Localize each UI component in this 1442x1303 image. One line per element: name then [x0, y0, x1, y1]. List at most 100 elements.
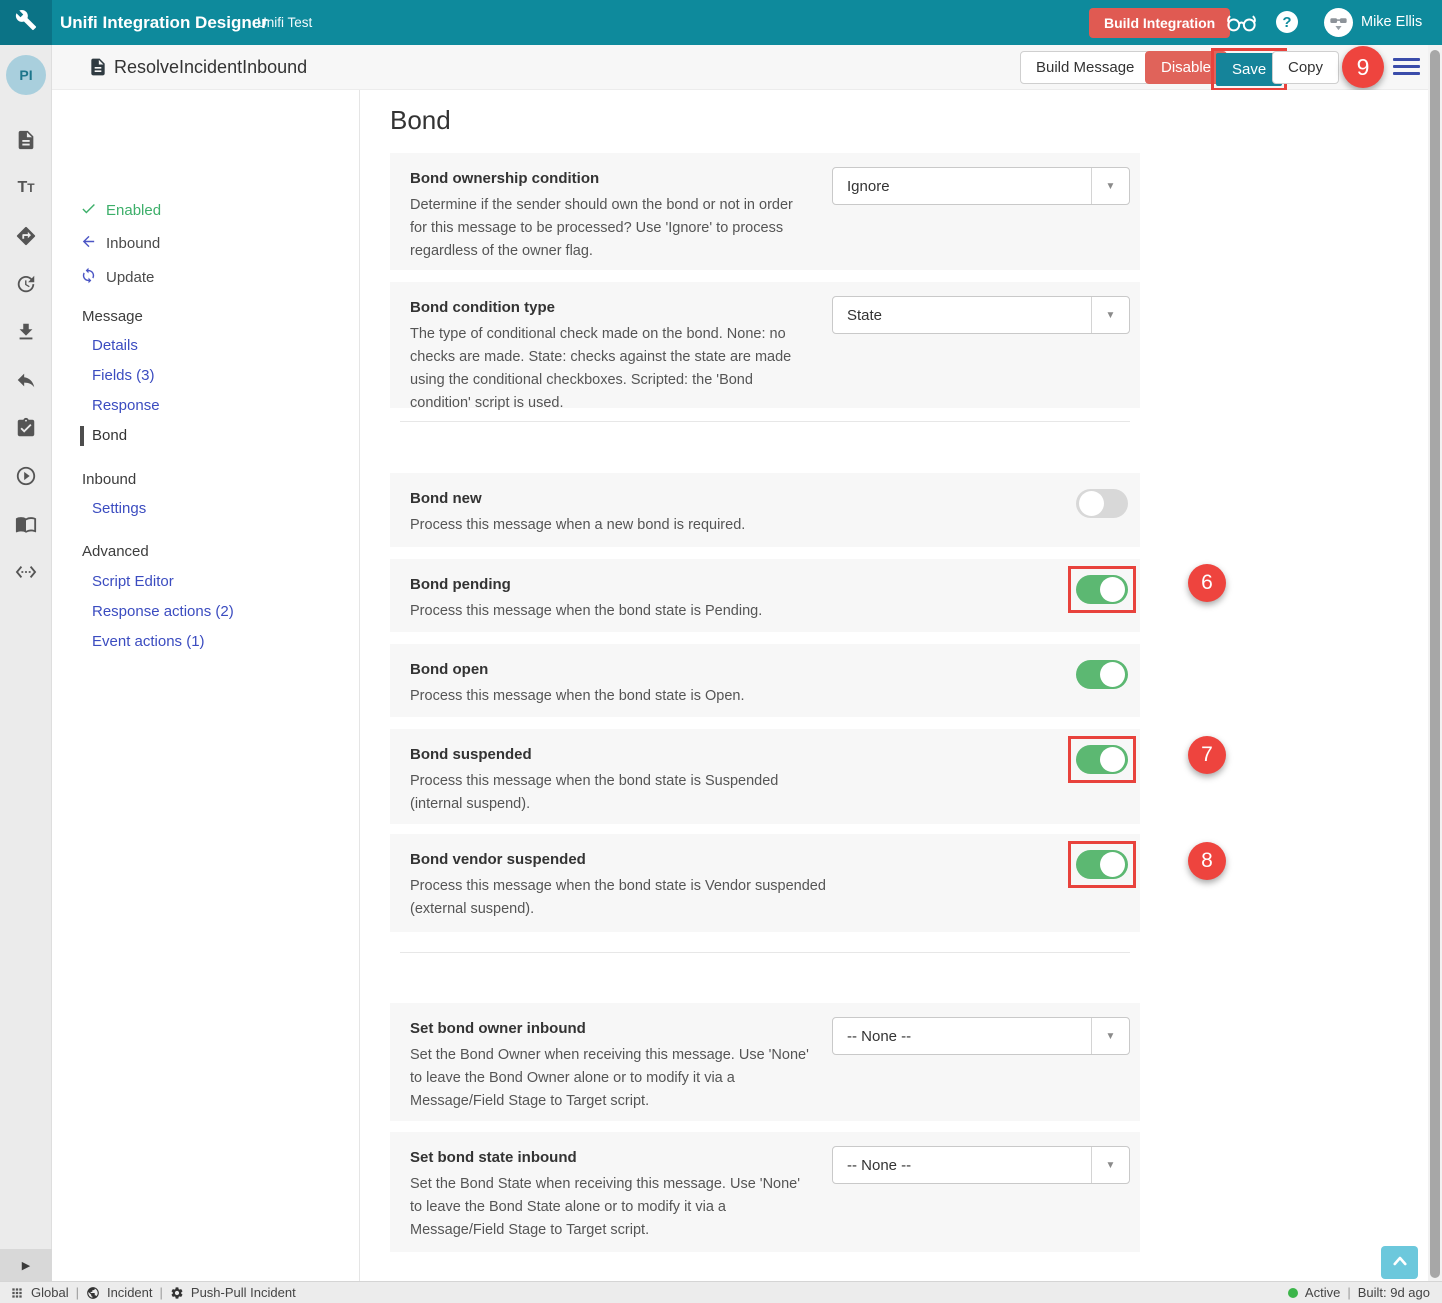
set-bond-state-inbound-select[interactable]: -- None -- ▼ [832, 1146, 1130, 1184]
field-bond-open: Bond open Process this message when the … [390, 644, 1140, 717]
chevron-down-icon: ▼ [1091, 297, 1129, 333]
active-status-label: Active [1305, 1285, 1340, 1300]
field-bond-condition-type: Bond condition type The type of conditio… [390, 282, 1140, 408]
annotation-marker-6: 6 [1188, 564, 1226, 602]
section-heading: Bond [390, 105, 451, 136]
nav-item-response[interactable]: Response [92, 397, 160, 414]
field-description: The type of conditional check made on th… [410, 323, 810, 415]
nav-item-script-editor[interactable]: Script Editor [92, 573, 174, 590]
integration-avatar[interactable]: PI [6, 55, 46, 95]
bond-ownership-condition-select[interactable]: Ignore ▼ [832, 167, 1130, 205]
field-bond-suspended: Bond suspended Process this message when… [390, 729, 1140, 824]
field-bond-ownership-condition: Bond ownership condition Determine if th… [390, 153, 1140, 270]
scrollbar-thumb[interactable] [1430, 50, 1440, 1278]
nav-item-response-actions[interactable]: Response actions (2) [92, 603, 234, 620]
app-logo[interactable] [0, 0, 52, 45]
gear-icon [170, 1286, 184, 1300]
set-bond-owner-inbound-select[interactable]: -- None -- ▼ [832, 1017, 1130, 1055]
build-message-button[interactable]: Build Message [1020, 51, 1150, 84]
scroll-to-top-button[interactable] [1381, 1246, 1418, 1279]
annotation-marker-9: 9 [1342, 46, 1384, 88]
field-label: Bond pending [410, 576, 1120, 593]
chevron-up-icon [1391, 1254, 1409, 1271]
download-icon[interactable] [15, 321, 37, 343]
field-description: Process this message when a new bond is … [410, 514, 810, 537]
nav-panel: Enabled Inbound Update Message Details F… [52, 90, 360, 1281]
field-label: Bond new [410, 490, 1120, 507]
field-description: Process this message when the bond state… [410, 770, 790, 816]
field-label: Bond open [410, 661, 1120, 678]
icon-rail: PI TT ▶ [0, 45, 52, 1281]
nav-item-fields[interactable]: Fields (3) [92, 367, 155, 384]
scope-global[interactable]: Global [31, 1285, 69, 1300]
page-title: ResolveIncidentInbound [114, 57, 307, 78]
field-bond-new: Bond new Process this message when a new… [390, 473, 1140, 547]
title-bar: ResolveIncidentInbound Build Message Dis… [52, 45, 1442, 90]
status-bar: Global | Incident | Push-Pull Incident A… [0, 1281, 1442, 1303]
field-description: Set the Bond State when receiving this m… [410, 1173, 810, 1242]
nav-inbound-direction[interactable]: Inbound [80, 233, 160, 253]
help-icon[interactable]: ? [1276, 11, 1298, 33]
wrench-icon [15, 9, 37, 36]
arrow-left-icon [80, 233, 97, 254]
copy-button[interactable]: Copy [1272, 51, 1339, 84]
main-content: Bond Bond ownership condition Determine … [360, 90, 1430, 1281]
annotation-highlight-box [1068, 566, 1136, 613]
bond-condition-type-select[interactable]: State ▼ [832, 296, 1130, 334]
field-label: Bond suspended [410, 746, 1120, 763]
annotation-marker-7: 7 [1188, 736, 1226, 774]
send-diamond-icon[interactable] [15, 225, 37, 247]
field-description: Process this message when the bond state… [410, 875, 840, 921]
nav-item-event-actions[interactable]: Event actions (1) [92, 633, 205, 650]
build-integration-button[interactable]: Build Integration [1089, 8, 1230, 38]
refresh-icon [80, 267, 97, 288]
annotation-highlight-box [1068, 736, 1136, 783]
active-status-dot [1288, 1288, 1298, 1298]
nav-item-details[interactable]: Details [92, 337, 138, 354]
nav-item-bond-selected[interactable]: Bond [92, 427, 127, 444]
app-header: Unifi Integration Designer Unifi Test Bu… [0, 0, 1442, 45]
chevron-down-icon: ▼ [1091, 168, 1129, 204]
knowledge-book-icon[interactable] [15, 513, 37, 535]
scope-integration[interactable]: Push-Pull Incident [191, 1285, 296, 1300]
nav-enabled[interactable]: Enabled [80, 200, 161, 220]
reply-icon[interactable] [15, 369, 37, 391]
user-avatar[interactable] [1324, 8, 1353, 37]
annotation-highlight-box [1068, 841, 1136, 888]
nav-section-advanced: Advanced [82, 543, 149, 560]
bond-new-toggle[interactable] [1076, 489, 1128, 518]
field-description: Process this message when the bond state… [410, 600, 810, 623]
field-label: Bond vendor suspended [410, 851, 1120, 868]
chevron-down-icon: ▼ [1091, 1147, 1129, 1183]
incident-icon [86, 1286, 100, 1300]
field-description: Process this message when the bond state… [410, 685, 810, 708]
task-check-icon[interactable] [15, 417, 37, 439]
nav-section-message: Message [82, 308, 143, 325]
scope-incident[interactable]: Incident [107, 1285, 153, 1300]
document-icon [88, 56, 108, 83]
nav-section-inbound: Inbound [82, 471, 136, 488]
preview-glasses-icon[interactable] [1226, 12, 1257, 38]
field-set-bond-owner-inbound: Set bond owner inbound Set the Bond Owne… [390, 1003, 1140, 1121]
document-icon[interactable] [15, 129, 37, 151]
field-set-bond-state-inbound: Set bond state inbound Set the Bond Stat… [390, 1132, 1140, 1252]
expand-sidebar-button[interactable]: ▶ [0, 1249, 52, 1281]
code-icon[interactable] [15, 561, 37, 583]
nav-item-settings[interactable]: Settings [92, 500, 146, 517]
section-divider [400, 421, 1130, 422]
unifi-integration-designer-window: Unifi Integration Designer Unifi Test Bu… [0, 0, 1442, 1303]
text-format-icon[interactable]: TT [17, 177, 34, 199]
menu-hamburger-icon[interactable] [1393, 58, 1420, 75]
nav-update[interactable]: Update [80, 267, 154, 287]
field-description: Determine if the sender should own the b… [410, 194, 810, 263]
bond-open-toggle[interactable] [1076, 660, 1128, 689]
history-icon[interactable] [15, 273, 37, 295]
user-name[interactable]: Mike Ellis [1361, 14, 1422, 30]
field-bond-vendor-suspended: Bond vendor suspended Process this messa… [390, 834, 1140, 932]
check-icon [80, 200, 97, 221]
play-circle-icon[interactable] [15, 465, 37, 487]
apps-grid-icon[interactable] [10, 1286, 24, 1300]
section-divider [400, 952, 1130, 953]
built-status-label: Built: 9d ago [1358, 1285, 1430, 1300]
app-subtitle: Unifi Test [257, 15, 312, 30]
